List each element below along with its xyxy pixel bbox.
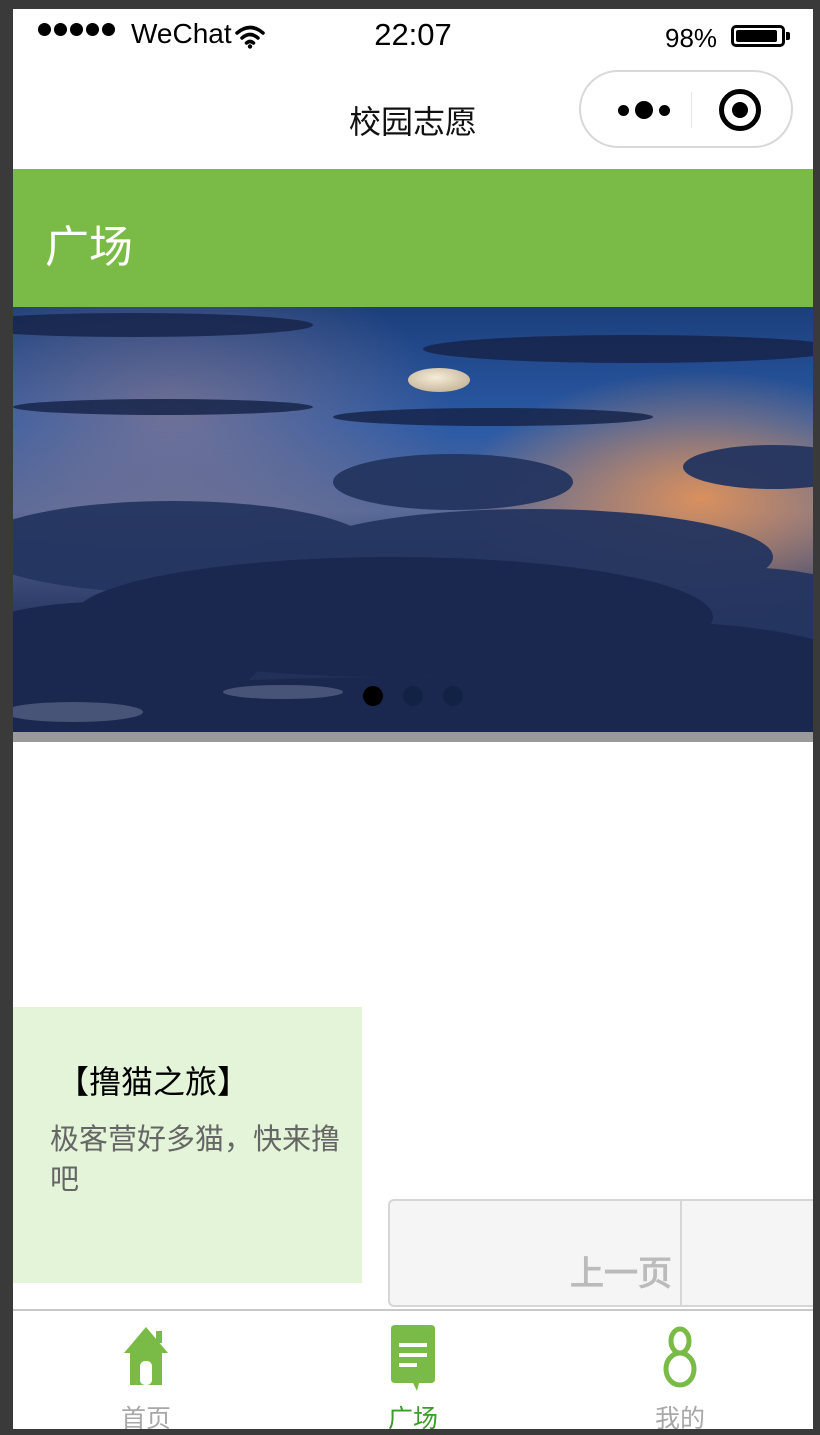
person-icon (663, 1326, 697, 1388)
carousel-dot[interactable] (443, 686, 463, 706)
tab-label-square: 广场 (387, 1404, 438, 1429)
carousel-dot[interactable] (363, 686, 383, 706)
page-header: 广场 (13, 169, 813, 307)
carousel-dot[interactable] (403, 686, 423, 706)
page-title: 广场 (45, 222, 133, 273)
banner-image (13, 307, 813, 732)
tab-home[interactable]: 首页 (13, 1311, 279, 1429)
message-icon (391, 1325, 435, 1391)
pagination: 上一页 (388, 1199, 813, 1307)
card-description: 极客营好多猫，快来撸吧 (50, 1122, 341, 1196)
battery-percentage: 98% (665, 23, 718, 53)
previous-page-button[interactable]: 上一页 (390, 1201, 682, 1305)
more-menu-icon[interactable] (603, 95, 685, 125)
tab-label-mine: 我的 (654, 1404, 705, 1429)
capsule-divider (691, 92, 692, 128)
tab-label-home: 首页 (120, 1404, 171, 1429)
banner-carousel[interactable] (13, 307, 813, 732)
carousel-indicator (13, 686, 813, 706)
mini-program-capsule (579, 70, 793, 148)
card-title: 【撸猫之旅】 (57, 1063, 250, 1101)
tab-bar: 首页 广场 我的 (13, 1309, 813, 1429)
banner-footer-strip (13, 732, 813, 742)
home-icon (124, 1327, 168, 1385)
activity-card[interactable]: 【撸猫之旅】 极客营好多猫，快来撸吧 (13, 1007, 362, 1283)
tab-square[interactable]: 广场 (280, 1311, 546, 1429)
previous-page-label: 上一页 (570, 1254, 672, 1294)
tab-mine[interactable]: 我的 (547, 1311, 813, 1429)
phone-screen: WeChat 22:07 98% 校园志愿 广场 【撸猫之旅】 极客营好多猫，快… (13, 9, 813, 1429)
close-mini-program-icon[interactable] (719, 89, 761, 131)
battery-icon (731, 25, 790, 47)
status-bar: WeChat 22:07 98% (13, 9, 813, 65)
